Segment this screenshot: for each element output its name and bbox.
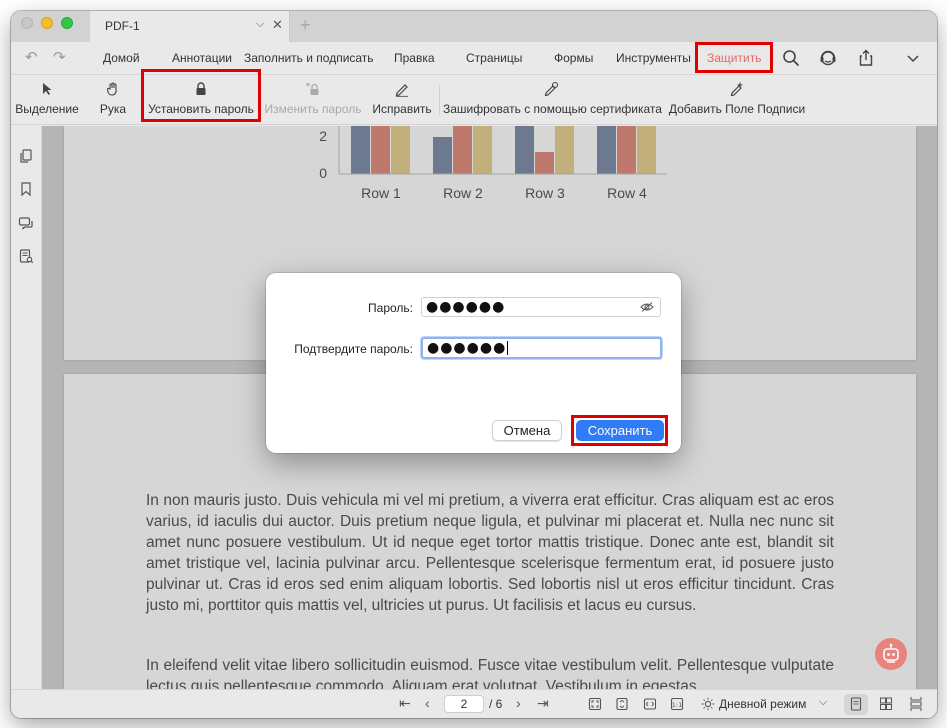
robot-icon: [883, 643, 899, 663]
change-password-label: Изменить пароль: [264, 102, 362, 116]
menu-tools[interactable]: Инструменты: [616, 51, 691, 65]
window-close-button[interactable]: [21, 17, 33, 29]
encrypt-certificate-label: Зашифровать с помощью сертификата: [443, 102, 662, 116]
sun-icon[interactable]: [701, 697, 715, 711]
chevron-down-icon[interactable]: ⌵: [256, 18, 264, 31]
add-signature-field-button[interactable]: Добавить Поле Подписи: [667, 75, 807, 125]
confirm-password-label: Подтвердите пароль:: [294, 342, 413, 356]
first-page-icon[interactable]: ⇤: [399, 695, 411, 712]
fix-label: Исправить: [372, 102, 432, 116]
lock-icon: [196, 82, 206, 95]
fit-page-icon[interactable]: [588, 697, 602, 711]
confirm-password-field[interactable]: ●●●●●●: [421, 337, 662, 359]
confirm-password-value: ●●●●●●: [427, 340, 507, 356]
certificate-pen-icon: [544, 81, 559, 97]
cancel-button[interactable]: Отмена: [492, 420, 562, 441]
text-caret: [507, 341, 509, 355]
status-bar: ⇤ ‹ 2 / 6 › ⇥ 1:1 Дневной режим ⌵: [11, 689, 937, 718]
scroll-pages-icon: [910, 697, 922, 711]
continuous-scroll-button[interactable]: [904, 694, 928, 715]
single-page-view-button[interactable]: [844, 694, 868, 715]
encrypt-certificate-button[interactable]: Зашифровать с помощью сертификата: [443, 75, 662, 125]
single-page-icon: [850, 697, 862, 711]
next-page-icon[interactable]: ›: [516, 695, 521, 711]
grid-view-button[interactable]: [874, 694, 898, 715]
cursor-arrow-icon: [43, 83, 52, 95]
pen-icon: [395, 84, 408, 97]
signature-field-icon: [730, 82, 743, 97]
save-button[interactable]: Сохранить: [576, 420, 664, 441]
select-tool-label: Выделение: [15, 102, 79, 116]
search-icon[interactable]: [781, 48, 801, 68]
fit-height-icon[interactable]: [615, 697, 629, 711]
left-sidebar: [11, 126, 42, 689]
set-password-label: Установить пароль: [148, 102, 254, 116]
pages-thumbnail-icon[interactable]: [18, 148, 34, 164]
window-maximize-button[interactable]: [61, 17, 73, 29]
menu-protect[interactable]: Защитить: [707, 51, 761, 65]
undo-icon[interactable]: ↶: [25, 48, 38, 66]
chevron-down-icon[interactable]: [903, 48, 923, 68]
support-icon[interactable]: [818, 48, 838, 68]
close-icon[interactable]: ✕: [272, 17, 283, 33]
share-icon[interactable]: [856, 48, 876, 68]
chevron-down-icon[interactable]: ⌵: [819, 696, 827, 709]
actual-size-icon[interactable]: 1:1: [670, 697, 684, 711]
title-bar: PDF-1 ⌵ ✕ +: [11, 11, 937, 42]
fit-width-icon[interactable]: [643, 697, 657, 711]
change-password-button[interactable]: Изменить пароль: [261, 75, 365, 125]
fix-button[interactable]: Исправить: [369, 75, 435, 125]
window-minimize-button[interactable]: [41, 17, 53, 29]
hand-icon: [106, 82, 117, 96]
menu-edit[interactable]: Правка: [394, 51, 435, 65]
svg-text:1:1: 1:1: [672, 701, 682, 709]
page-number-input[interactable]: 2: [444, 695, 484, 713]
comments-icon[interactable]: [18, 215, 34, 231]
protect-toolbar: Выделение Рука Установить пароль Изменит…: [11, 69, 937, 125]
redo-icon[interactable]: ↷: [53, 48, 66, 66]
select-tool-button[interactable]: Выделение: [13, 75, 81, 125]
menu-forms[interactable]: Формы: [554, 51, 593, 65]
menu-bar: ↶ ↷ Домой Аннотации Заполнить и подписат…: [11, 42, 937, 75]
ai-assistant-button[interactable]: [875, 638, 907, 670]
last-page-icon[interactable]: ⇥: [537, 695, 549, 712]
page-total: / 6: [489, 697, 503, 711]
display-mode-select[interactable]: Дневной режим: [719, 697, 806, 711]
set-password-dialog: Пароль: ●●●●●● Подтвердите пароль: ●●●●●…: [266, 273, 681, 453]
password-label: Пароль:: [368, 301, 413, 315]
grid-icon: [880, 697, 892, 710]
document-tab[interactable]: PDF-1 ⌵ ✕: [90, 11, 290, 42]
menu-fill-sign[interactable]: Заполнить и подписать: [244, 51, 374, 65]
eye-icon[interactable]: [640, 301, 654, 313]
hand-tool-button[interactable]: Рука: [91, 75, 135, 125]
bookmark-icon[interactable]: [18, 181, 34, 197]
set-password-button[interactable]: Установить пароль: [145, 75, 257, 125]
new-tab-plus-icon[interactable]: +: [300, 15, 311, 36]
app-window: PDF-1 ⌵ ✕ + ↶ ↷ Домой Аннотации Заполнит…: [11, 11, 937, 718]
menu-home[interactable]: Домой: [103, 51, 140, 65]
search-document-icon[interactable]: [18, 248, 34, 264]
password-value: ●●●●●●: [426, 299, 506, 315]
hand-tool-label: Рука: [99, 102, 127, 116]
toolbar-separator: [439, 85, 440, 115]
prev-page-icon[interactable]: ‹: [425, 695, 430, 711]
password-field[interactable]: ●●●●●●: [421, 297, 661, 317]
add-signature-field-label: Добавить Поле Подписи: [668, 102, 806, 116]
menu-pages[interactable]: Страницы: [466, 51, 522, 65]
menu-annotations[interactable]: Аннотации: [172, 51, 232, 65]
lock-edit-icon: [306, 82, 319, 95]
document-tab-title: PDF-1: [105, 19, 140, 33]
